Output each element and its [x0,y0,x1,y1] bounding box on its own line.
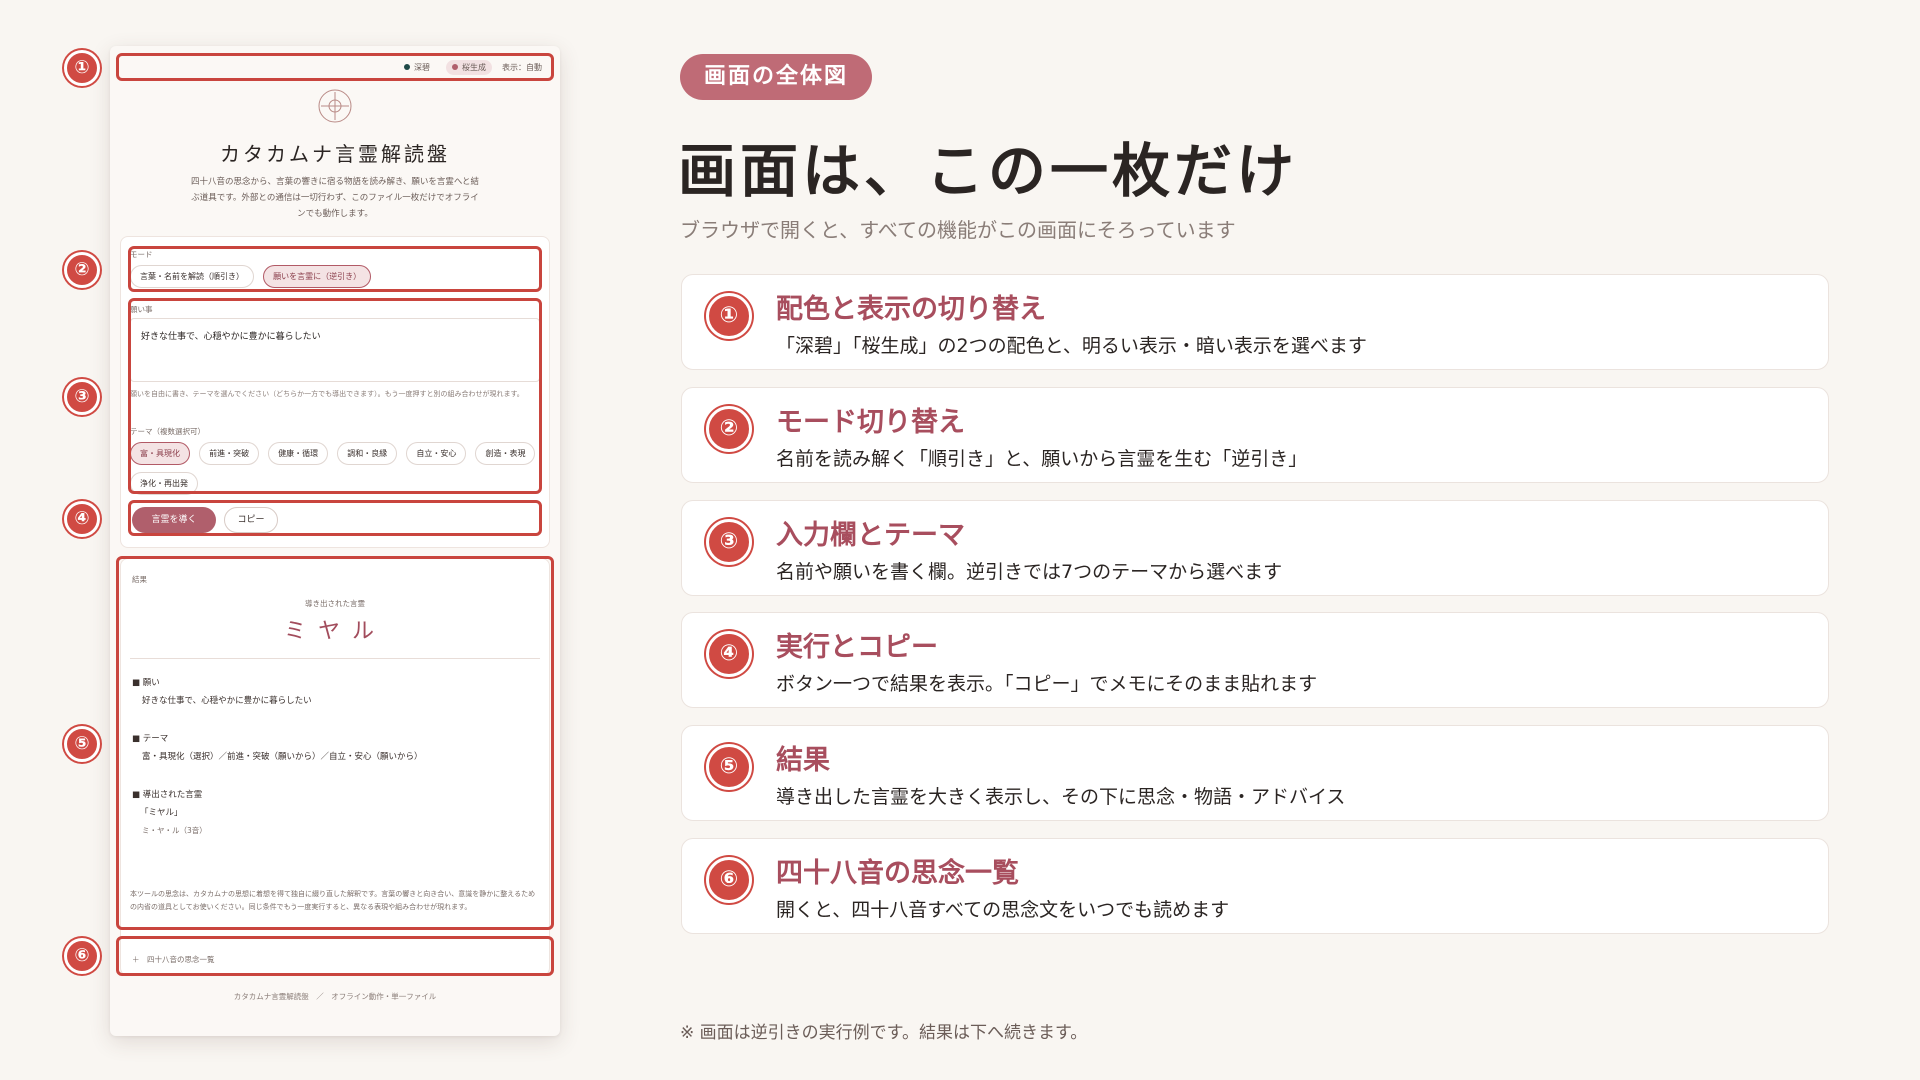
callout-box-3 [128,298,542,494]
feature-number: ⑥ [706,857,752,903]
feature-description: 開くと、四十八音すべての思念文をいつでも読めます [776,899,1230,921]
feature-description: 名前を読み解く「順引き」と、願いから言霊を生む「逆引き」 [776,448,1308,470]
feature-description: 導き出した言霊を大きく表示し、その下に思念・物語・アドバイス [776,786,1346,808]
callout-number: ① [64,50,100,86]
feature-card: ③ 入力欄とテーマ 名前や願いを書く欄。逆引きでは7つのテーマから選べます [681,500,1829,596]
feature-card: ④ 実行とコピー ボタン一つで結果を表示。「コピー」でメモにそのまま貼れます [681,612,1829,708]
footnote: ※ 画面は逆引きの実行例です。結果は下へ続きます。 [680,1023,1088,1043]
callout-box-2 [128,246,542,292]
feature-card: ② モード切り替え 名前を読み解く「順引き」と、願いから言霊を生む「逆引き」 [681,387,1829,483]
logo-icon [318,89,352,123]
app-description: 四十八音の思念から、言葉の響きに宿る物語を読み解き、願いを言霊へと結ぶ道具です。… [191,177,479,219]
callout-number: ⑥ [64,938,100,974]
page-subhead: ブラウザで開くと、すべての機能がこの画面にそろっています [680,218,1236,242]
app-footer: カタカムナ言霊解読盤 ／ オフライン動作・単一ファイル [233,992,437,1001]
feature-description: 「深碧」「桜生成」の2つの配色と、明るい表示・暗い表示を選べます [776,335,1367,357]
callout-number: ⑤ [64,726,100,762]
feature-description: ボタン一つで結果を表示。「コピー」でメモにそのまま貼れます [776,673,1318,695]
feature-card: ⑤ 結果 導き出した言霊を大きく表示し、その下に思念・物語・アドバイス [681,725,1829,821]
page-headline: 画面は、この一枚だけ [678,137,1299,205]
callout-box-5 [116,556,554,930]
feature-card: ⑥ 四十八音の思念一覧 開くと、四十八音すべての思念文をいつでも読めます [681,838,1829,934]
feature-title: 四十八音の思念一覧 [776,858,1019,889]
feature-title: 実行とコピー [776,632,938,663]
feature-title: 結果 [776,745,830,776]
callout-box-4 [128,500,542,536]
feature-number: ③ [706,519,752,565]
feature-title: 配色と表示の切り替え [776,294,1046,325]
callout-number: ② [64,252,100,288]
feature-number: ⑤ [706,744,752,790]
feature-number: ④ [706,631,752,677]
section-badge: 画面の全体図 [680,54,873,100]
callout-number: ④ [64,501,100,537]
feature-title: モード切り替え [776,407,965,438]
feature-card: ① 配色と表示の切り替え 「深碧」「桜生成」の2つの配色と、明るい表示・暗い表示… [681,274,1829,370]
feature-number: ① [706,293,752,339]
callout-box-6 [116,936,554,976]
feature-number: ② [706,406,752,452]
callout-number: ③ [64,379,100,415]
app-title: カタカムナ言霊解読盤 [220,142,450,166]
feature-title: 入力欄とテーマ [776,520,965,551]
callout-box-1 [116,53,554,81]
feature-description: 名前や願いを書く欄。逆引きでは7つのテーマから選べます [776,561,1283,583]
